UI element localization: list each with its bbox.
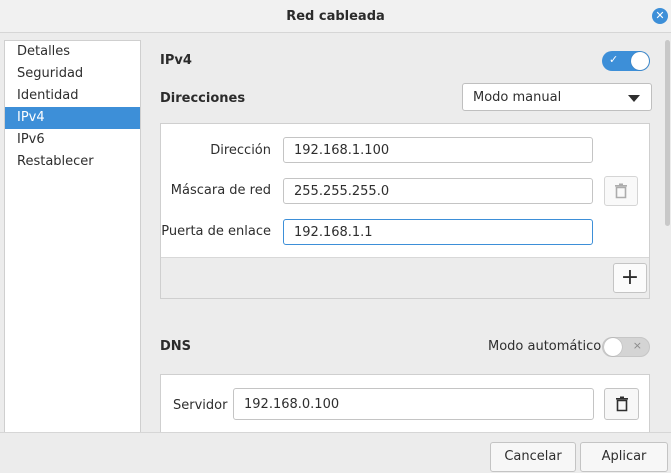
sidebar-item-ipv6[interactable]: IPv6 xyxy=(5,129,140,151)
sidebar-item-restablecer[interactable]: Restablecer xyxy=(5,151,140,173)
sidebar-item-identidad[interactable]: Identidad xyxy=(5,85,140,107)
method-dropdown-value: Modo manual xyxy=(473,90,562,105)
sidebar-item-ipv4[interactable]: IPv4 xyxy=(5,107,140,129)
chevron-down-icon xyxy=(628,95,640,102)
gateway-input[interactable] xyxy=(283,219,593,245)
toggle-knob xyxy=(604,338,622,356)
ipv4-toggle[interactable]: ✓ xyxy=(602,51,650,71)
delete-dns-button[interactable] xyxy=(604,388,639,420)
close-icon[interactable]: ✕ xyxy=(652,8,668,24)
dns-heading: DNS xyxy=(160,339,192,354)
addresses-panel: Dirección Máscara de red Puerta de enlac… xyxy=(160,123,650,299)
main-content: IPv4 ✓ Direcciones Modo manual Dirección… xyxy=(140,33,671,432)
close-icon: × xyxy=(632,339,642,352)
toggle-knob xyxy=(631,52,649,70)
sidebar-item-detalles[interactable]: Detalles xyxy=(5,41,140,63)
dns-server-input[interactable] xyxy=(233,388,594,420)
sidebar: Detalles Seguridad Identidad IPv4 IPv6 R… xyxy=(4,40,141,434)
cancel-button[interactable]: Cancelar xyxy=(490,442,576,472)
method-dropdown[interactable]: Modo manual xyxy=(462,83,652,111)
dns-auto-toggle[interactable]: × xyxy=(602,337,650,357)
dialog-footer: Cancelar Aplicar xyxy=(0,432,671,473)
addresses-panel-footer: + xyxy=(161,257,649,298)
title-bar: Red cableada ✕ xyxy=(0,0,671,33)
delete-address-button[interactable] xyxy=(604,176,638,206)
address-input[interactable] xyxy=(283,137,593,163)
dns-auto-label: Modo automático xyxy=(488,339,602,354)
add-address-button[interactable]: + xyxy=(613,263,647,293)
scrollbar[interactable] xyxy=(665,40,670,226)
ipv4-heading: IPv4 xyxy=(160,53,192,68)
apply-button[interactable]: Aplicar xyxy=(580,442,668,472)
server-label: Servidor xyxy=(173,398,228,413)
netmask-label: Máscara de red xyxy=(170,183,271,198)
sidebar-item-seguridad[interactable]: Seguridad xyxy=(5,63,140,85)
addresses-heading: Direcciones xyxy=(160,91,246,106)
gateway-label: Puerta de enlace xyxy=(161,224,271,239)
dns-panel: Servidor xyxy=(160,374,650,432)
address-label: Dirección xyxy=(210,143,271,158)
check-icon: ✓ xyxy=(609,53,619,66)
window-title: Red cableada xyxy=(286,9,385,24)
trash-icon xyxy=(615,183,627,199)
plus-icon: + xyxy=(620,265,640,290)
trash-icon xyxy=(615,396,628,412)
netmask-input[interactable] xyxy=(283,178,593,204)
